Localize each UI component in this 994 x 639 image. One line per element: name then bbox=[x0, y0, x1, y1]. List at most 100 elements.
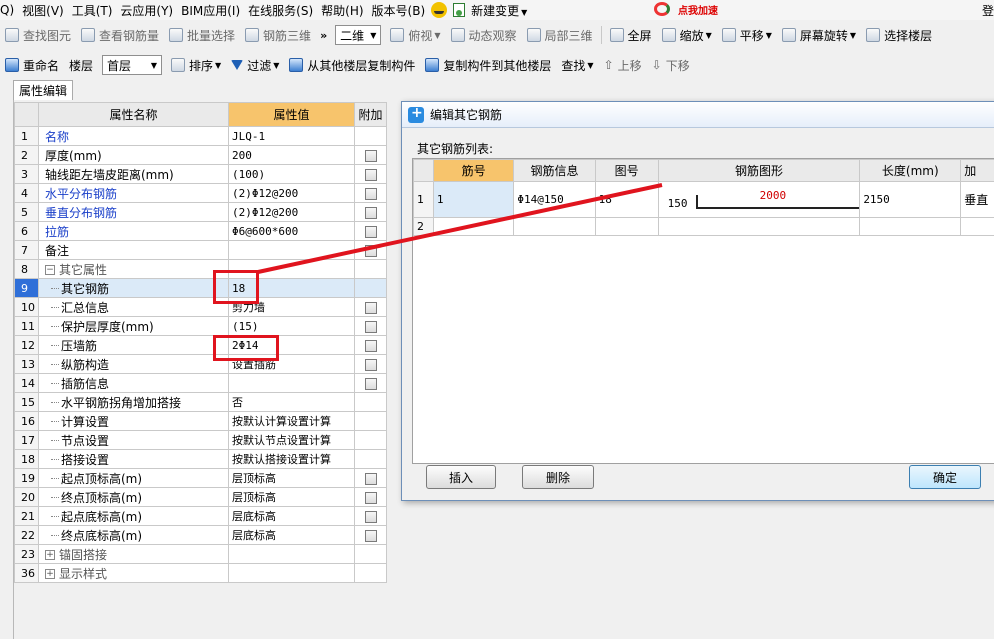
property-value[interactable]: 层顶标高 bbox=[228, 468, 355, 488]
table-row[interactable]: 36 + 显示样式 bbox=[14, 563, 387, 583]
bar-no-cell[interactable] bbox=[432, 217, 515, 236]
table-row[interactable]: 13 纵筋构造 设置插筋 bbox=[14, 354, 387, 374]
rename-button[interactable]: 重命名 bbox=[0, 57, 64, 74]
table-row[interactable]: 22 终点底标高(m) 层底标高 bbox=[14, 525, 387, 545]
table-row[interactable]: 6 拉筋 Φ6@600*600 bbox=[14, 221, 387, 241]
copy-to-floor-button[interactable]: 复制构件到其他楼层 bbox=[420, 57, 556, 74]
property-value[interactable]: 层顶标高 bbox=[228, 487, 355, 507]
table-row[interactable]: 21 起点底标高(m) 层底标高 bbox=[14, 506, 387, 526]
table-row[interactable]: 17 节点设置 按默认节点设置计算 bbox=[14, 430, 387, 450]
login-text[interactable]: 登 bbox=[982, 2, 994, 19]
screen-rotate-button[interactable]: 屏幕旋转 ▼ bbox=[777, 27, 861, 44]
smiley-face-icon[interactable] bbox=[431, 2, 448, 18]
pan-button[interactable]: 平移 ▼ bbox=[717, 27, 777, 44]
property-value[interactable]: (2)Φ12@200 bbox=[228, 183, 355, 203]
property-value[interactable]: 200 bbox=[228, 145, 355, 165]
table-row[interactable]: 4 水平分布钢筋 (2)Φ12@200 bbox=[14, 183, 387, 203]
property-value[interactable]: Φ6@600*600 bbox=[228, 221, 355, 241]
extra-checkbox[interactable] bbox=[364, 472, 377, 485]
table-row[interactable]: 15 水平钢筋拐角增加搭接 否 bbox=[14, 392, 387, 412]
property-name[interactable]: 垂直分布钢筋 bbox=[38, 202, 229, 222]
new-change-menu[interactable]: 新建变更 ▼ bbox=[469, 2, 533, 19]
property-name[interactable]: + 显示样式 bbox=[38, 563, 229, 583]
property-name[interactable]: 厚度(mm) bbox=[38, 145, 229, 165]
zoom-button[interactable]: 缩放 ▼ bbox=[657, 27, 717, 44]
property-name[interactable]: 保护层厚度(mm) bbox=[38, 316, 229, 336]
property-name[interactable]: 拉筋 bbox=[38, 221, 229, 241]
bar-info-cell[interactable] bbox=[513, 217, 596, 236]
property-name[interactable]: 插筋信息 bbox=[38, 373, 229, 393]
table-row[interactable]: 1 1 Φ14@150 18 150 2000 2150 垂直 bbox=[413, 181, 994, 218]
table-row[interactable]: 7 备注 bbox=[14, 240, 387, 260]
copy-from-floor-button[interactable]: 从其他楼层复制构件 bbox=[284, 57, 420, 74]
shape-main-length[interactable]: 2000 bbox=[760, 189, 787, 202]
fig-no-cell[interactable] bbox=[594, 217, 659, 236]
menu-item-tools[interactable]: 工具(T) bbox=[70, 2, 119, 19]
menu-item-cloud[interactable]: 云应用(Y) bbox=[118, 2, 179, 19]
table-row[interactable]: 23 + 锚固搭接 bbox=[14, 544, 387, 564]
bar-shape-cell[interactable]: 150 2000 bbox=[657, 181, 861, 218]
property-name[interactable]: 备注 bbox=[38, 240, 229, 260]
select-floor-button[interactable]: 选择楼层 bbox=[861, 27, 937, 44]
extra-checkbox[interactable] bbox=[364, 491, 377, 504]
property-name[interactable]: 计算设置 bbox=[38, 411, 229, 431]
table-row[interactable]: 19 起点顶标高(m) 层顶标高 bbox=[14, 468, 387, 488]
extra-checkbox[interactable] bbox=[364, 377, 377, 390]
property-value[interactable] bbox=[228, 373, 355, 393]
bar-info-cell[interactable]: Φ14@150 bbox=[513, 181, 596, 218]
extra-checkbox[interactable] bbox=[364, 225, 377, 238]
menu-item-q[interactable]: Q) bbox=[0, 3, 20, 17]
property-name[interactable]: 终点底标高(m) bbox=[38, 525, 229, 545]
table-row[interactable]: 3 轴线距左墙皮距离(mm) (100) bbox=[14, 164, 387, 184]
top-view-button[interactable]: 俯视 ▼ bbox=[385, 27, 445, 44]
fig-no-cell[interactable]: 18 bbox=[594, 181, 659, 218]
property-name[interactable]: 起点底标高(m) bbox=[38, 506, 229, 526]
property-value[interactable] bbox=[228, 544, 355, 564]
length-cell[interactable]: 2150 bbox=[859, 181, 962, 218]
extra-checkbox[interactable] bbox=[364, 149, 377, 162]
table-row[interactable]: 20 终点顶标高(m) 层顶标高 bbox=[14, 487, 387, 507]
length-cell[interactable] bbox=[859, 217, 962, 236]
table-row[interactable]: 2 bbox=[413, 217, 994, 236]
property-value[interactable] bbox=[228, 563, 355, 583]
view-mode-select[interactable]: 二维 ▼ bbox=[335, 25, 382, 45]
shape-left-length[interactable]: 150 bbox=[668, 197, 688, 210]
local-3d-button[interactable]: 局部三维 bbox=[522, 27, 598, 44]
menu-item-online[interactable]: 在线服务(S) bbox=[246, 2, 319, 19]
sort-button[interactable]: 排序 ▼ bbox=[166, 57, 226, 74]
property-name[interactable]: 搭接设置 bbox=[38, 449, 229, 469]
view-rebar-qty-button[interactable]: 查看钢筋量 bbox=[76, 27, 164, 44]
extra-checkbox[interactable] bbox=[364, 339, 377, 352]
property-value[interactable]: (15) bbox=[228, 316, 355, 336]
table-row[interactable]: 18 搭接设置 按默认搭接设置计算 bbox=[14, 449, 387, 469]
extra-checkbox[interactable] bbox=[364, 529, 377, 542]
property-name[interactable]: 终点顶标高(m) bbox=[38, 487, 229, 507]
accelerate-button[interactable]: 点我加速 bbox=[654, 0, 718, 18]
bar-shape-cell[interactable] bbox=[657, 217, 861, 236]
property-value[interactable]: (100) bbox=[228, 164, 355, 184]
extra-checkbox[interactable] bbox=[364, 358, 377, 371]
property-value[interactable]: 层底标高 bbox=[228, 506, 355, 526]
menu-item-bim[interactable]: BIM应用(I) bbox=[179, 2, 246, 19]
property-name[interactable]: 水平钢筋拐角增加搭接 bbox=[38, 392, 229, 412]
extra-checkbox[interactable] bbox=[364, 301, 377, 314]
table-row[interactable]: 1 名称 JLQ-1 bbox=[14, 126, 387, 146]
ok-button[interactable]: 确定 bbox=[909, 465, 981, 489]
dialog-titlebar[interactable]: 编辑其它钢筋 bbox=[402, 102, 994, 128]
filter-button[interactable]: 过滤 ▼ bbox=[226, 57, 284, 74]
move-down-button[interactable]: ⇩ 下移 bbox=[647, 57, 695, 74]
toolbar-overflow-icon[interactable]: » bbox=[320, 29, 327, 42]
property-value[interactable]: 层底标高 bbox=[228, 525, 355, 545]
dynamic-observe-button[interactable]: 动态观察 bbox=[446, 27, 522, 44]
table-row[interactable]: 16 计算设置 按默认计算设置计算 bbox=[14, 411, 387, 431]
extra-checkbox[interactable] bbox=[364, 244, 377, 257]
tab-property-edit[interactable]: 属性编辑 bbox=[13, 80, 73, 100]
expand-icon[interactable]: + bbox=[45, 569, 55, 579]
property-name[interactable]: 轴线距左墙皮距离(mm) bbox=[38, 164, 229, 184]
extra-checkbox[interactable] bbox=[364, 510, 377, 523]
property-name[interactable]: 纵筋构造 bbox=[38, 354, 229, 374]
bar-no-cell[interactable]: 1 bbox=[432, 181, 515, 218]
property-value[interactable]: (2)Φ12@200 bbox=[228, 202, 355, 222]
property-name[interactable]: − 其它属性 bbox=[38, 259, 229, 279]
menu-item-version[interactable]: 版本号(B) bbox=[370, 2, 432, 19]
